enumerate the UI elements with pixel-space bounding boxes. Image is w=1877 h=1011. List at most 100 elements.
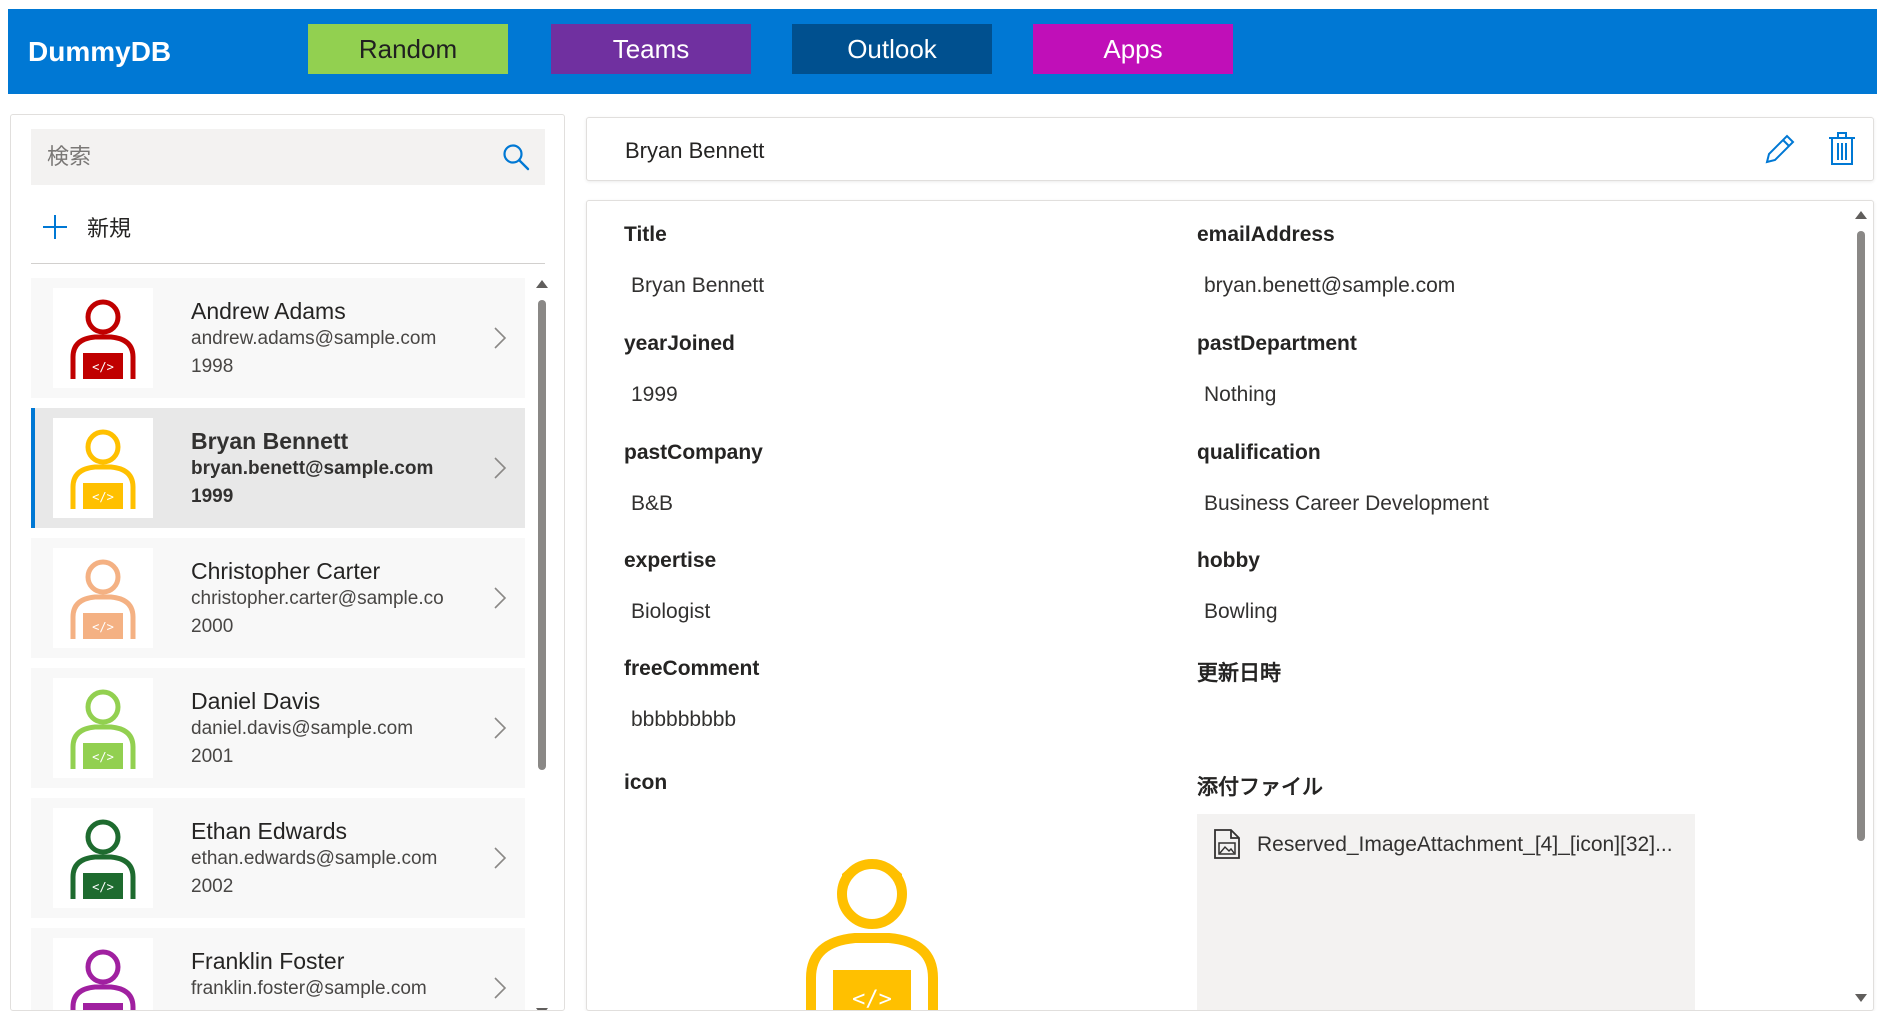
svg-text:</>: </> [852, 987, 892, 1011]
edit-icon[interactable] [1763, 132, 1797, 166]
scroll-up-icon[interactable] [1855, 211, 1867, 219]
list-scrollbar[interactable] [532, 278, 552, 1010]
list-item[interactable]: </> Ethan Edwards ethan.edwards@sample.c… [31, 798, 525, 918]
scrollbar-thumb[interactable] [1857, 231, 1865, 841]
apps-button[interactable]: Apps [1033, 24, 1233, 74]
detail-title: Bryan Bennett [625, 138, 765, 163]
list-item[interactable]: </> Franklin Foster franklin.foster@samp… [31, 928, 525, 1010]
comment-label: freeComment [624, 657, 760, 680]
contact-year: 2000 [191, 616, 234, 637]
svg-text:</>: </> [92, 750, 114, 764]
chevron-right-icon[interactable] [493, 456, 507, 480]
detail-form: Title Bryan Bennett emailAddress bryan.b… [586, 200, 1874, 1011]
contact-list-panel: 新規 </> Andrew Adams andrew.adams@sample.… [10, 114, 565, 1011]
contact-year: 2001 [191, 746, 234, 767]
list-item[interactable]: </> Andrew Adams andrew.adams@sample.com… [31, 278, 525, 398]
svg-text:</>: </> [92, 620, 114, 634]
new-label: 新規 [87, 216, 132, 241]
random-button[interactable]: Random [308, 24, 508, 74]
developer-avatar-icon: </> [70, 819, 136, 899]
search-input[interactable] [47, 129, 487, 185]
title-value: Bryan Bennett [631, 274, 765, 297]
detail-header: Bryan Bennett [586, 117, 1874, 181]
qualification-label: qualification [1197, 441, 1321, 464]
chevron-right-icon[interactable] [493, 326, 507, 350]
developer-avatar-icon: </> [70, 429, 136, 509]
updated-label: 更新日時 [1197, 662, 1281, 685]
email-value: bryan.benett@sample.com [1204, 274, 1456, 297]
dept-label: pastDepartment [1197, 332, 1357, 355]
form-scrollbar[interactable] [1849, 201, 1873, 1010]
year-label: yearJoined [624, 332, 735, 355]
chevron-right-icon[interactable] [493, 716, 507, 740]
attachment-box: Reserved_ImageAttachment_[4]_[icon][32].… [1197, 814, 1695, 1010]
developer-avatar-icon: </> [70, 299, 136, 379]
outlook-button[interactable]: Outlook [792, 24, 992, 74]
search-box [31, 129, 545, 185]
contact-name: Andrew Adams [191, 298, 346, 324]
developer-avatar-icon: </> [70, 949, 136, 1010]
image-file-icon [1214, 829, 1240, 859]
trash-icon[interactable] [1827, 132, 1857, 166]
contact-name: Christopher Carter [191, 558, 381, 584]
search-icon[interactable] [501, 142, 531, 172]
app-title: DummyDB [28, 36, 172, 67]
contact-email: franklin.foster@sample.com [191, 978, 427, 999]
plus-icon [43, 215, 67, 239]
list-item[interactable]: </> Christopher Carter christopher.carte… [31, 538, 525, 658]
svg-text:</>: </> [92, 880, 114, 894]
scrollbar-thumb[interactable] [538, 300, 546, 770]
company-value: B&B [631, 492, 674, 515]
svg-text:</>: </> [92, 360, 114, 374]
hobby-label: hobby [1197, 549, 1260, 572]
list-item[interactable]: </> Daniel Davis daniel.davis@sample.com… [31, 668, 525, 788]
contact-email: ethan.edwards@sample.com [191, 848, 438, 869]
contact-name: Franklin Foster [191, 948, 345, 974]
avatar: </> [53, 938, 153, 1010]
developer-avatar-icon: </> [806, 859, 938, 1011]
new-button[interactable]: 新規 [41, 209, 131, 245]
comment-value: bbbbbbbbb [631, 708, 737, 731]
teams-button[interactable]: Teams [551, 24, 751, 74]
selection-indicator [31, 408, 35, 528]
company-label: pastCompany [624, 441, 763, 464]
attachment-label: 添付ファイル [1197, 776, 1323, 799]
list-item-selected[interactable]: </> Bryan Bennett bryan.benett@sample.co… [31, 408, 525, 528]
avatar: </> [53, 678, 153, 778]
expertise-value: Biologist [631, 600, 711, 623]
icon-label: icon [624, 771, 668, 794]
contact-year: 2002 [191, 876, 234, 897]
dept-value: Nothing [1204, 383, 1277, 406]
scroll-up-icon[interactable] [536, 280, 548, 288]
chevron-right-icon[interactable] [493, 976, 507, 1000]
contact-email: andrew.adams@sample.com [191, 328, 437, 349]
contact-year: 1998 [191, 356, 234, 377]
svg-text:</>: </> [92, 490, 114, 504]
chevron-right-icon[interactable] [493, 586, 507, 610]
avatar: </> [53, 418, 153, 518]
contact-email: christopher.carter@sample.co [191, 588, 444, 609]
contact-email: bryan.benett@sample.com [191, 458, 434, 479]
email-label: emailAddress [1197, 223, 1335, 246]
avatar: </> [53, 548, 153, 648]
chevron-right-icon[interactable] [493, 846, 507, 870]
contact-name: Bryan Bennett [191, 428, 349, 454]
avatar: </> [53, 288, 153, 388]
attachment-link[interactable]: Reserved_ImageAttachment_[4]_[icon][32].… [1257, 833, 1673, 857]
hobby-value: Bowling [1204, 600, 1278, 623]
avatar: </> [53, 808, 153, 908]
qualification-value: Business Career Development [1204, 492, 1489, 515]
scroll-down-icon[interactable] [1855, 994, 1867, 1002]
contact-gallery: </> Andrew Adams andrew.adams@sample.com… [31, 278, 525, 1010]
contact-year: 1999 [191, 486, 234, 507]
year-value: 1999 [631, 383, 678, 406]
developer-avatar-icon: </> [70, 689, 136, 769]
contact-name: Daniel Davis [191, 688, 321, 714]
contact-name: Ethan Edwards [191, 818, 347, 844]
contact-email: daniel.davis@sample.com [191, 718, 414, 739]
expertise-label: expertise [624, 549, 717, 572]
title-label: Title [624, 223, 667, 246]
divider [31, 263, 545, 264]
app-header: DummyDB Random Teams Outlook Apps [8, 9, 1877, 94]
developer-avatar-icon: </> [70, 559, 136, 639]
